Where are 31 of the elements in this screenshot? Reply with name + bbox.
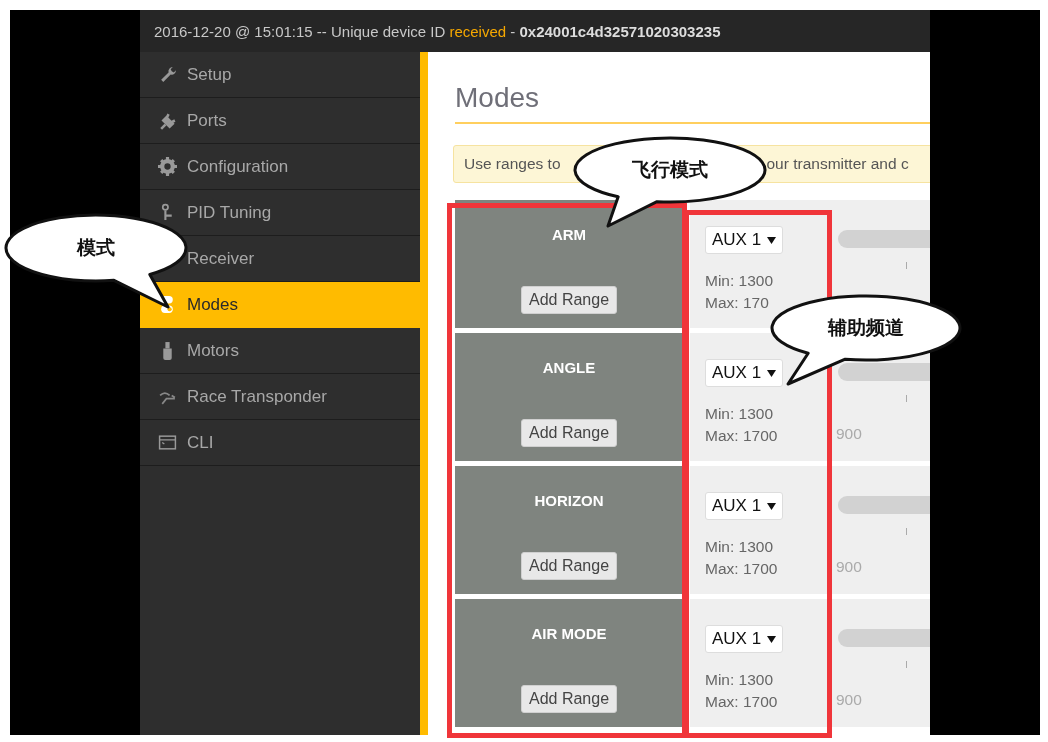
mode-name: HORIZON bbox=[534, 492, 604, 509]
min-value: Min: 1300 bbox=[705, 271, 775, 291]
min-value: Min: 1300 bbox=[705, 670, 775, 690]
mode-name: ARM bbox=[551, 226, 587, 243]
max-value: Max: 170 bbox=[705, 293, 770, 313]
status-message: 2016-12-20 @ 15:01:15 -- Unique device ID received - 0x24001c4d32571020303235 bbox=[154, 22, 721, 40]
max-value: Max: 1700 bbox=[705, 426, 779, 446]
notice-text: our transmitter and c bbox=[766, 155, 909, 173]
scale-label: 900 bbox=[836, 425, 862, 443]
page-title: Modes bbox=[455, 80, 930, 124]
min-value: Min: 1300 bbox=[705, 537, 775, 557]
add-range-button[interactable]: Add Range bbox=[520, 685, 618, 713]
scale-label: 900 bbox=[836, 691, 862, 709]
add-range-button[interactable]: Add Range bbox=[520, 552, 618, 580]
callout-label: 辅助频道 bbox=[828, 315, 904, 340]
max-value: Max: 1700 bbox=[705, 559, 779, 579]
notice-text: Use ranges to bbox=[464, 155, 561, 173]
callout-label: 模式 bbox=[77, 235, 115, 260]
add-range-button[interactable]: Add Range bbox=[520, 419, 618, 447]
callout-label: 飞行模式 bbox=[632, 157, 708, 182]
max-value: Max: 1700 bbox=[705, 692, 779, 712]
channel-dropdown[interactable]: AUX 1 bbox=[705, 226, 784, 254]
sidebar-item[interactable]: Modes bbox=[140, 282, 420, 328]
channel-dropdown[interactable]: AUX 1 bbox=[705, 492, 784, 520]
mode-name: ANGLE bbox=[542, 359, 596, 376]
mode-name: AIR MODE bbox=[531, 625, 607, 642]
channel-dropdown[interactable]: AUX 1 bbox=[705, 625, 784, 653]
scale-label: 900 bbox=[836, 558, 862, 576]
channel-dropdown[interactable]: AUX 1 bbox=[705, 359, 784, 387]
min-value: Min: 1300 bbox=[705, 404, 775, 424]
add-range-button[interactable]: Add Range bbox=[520, 286, 618, 314]
